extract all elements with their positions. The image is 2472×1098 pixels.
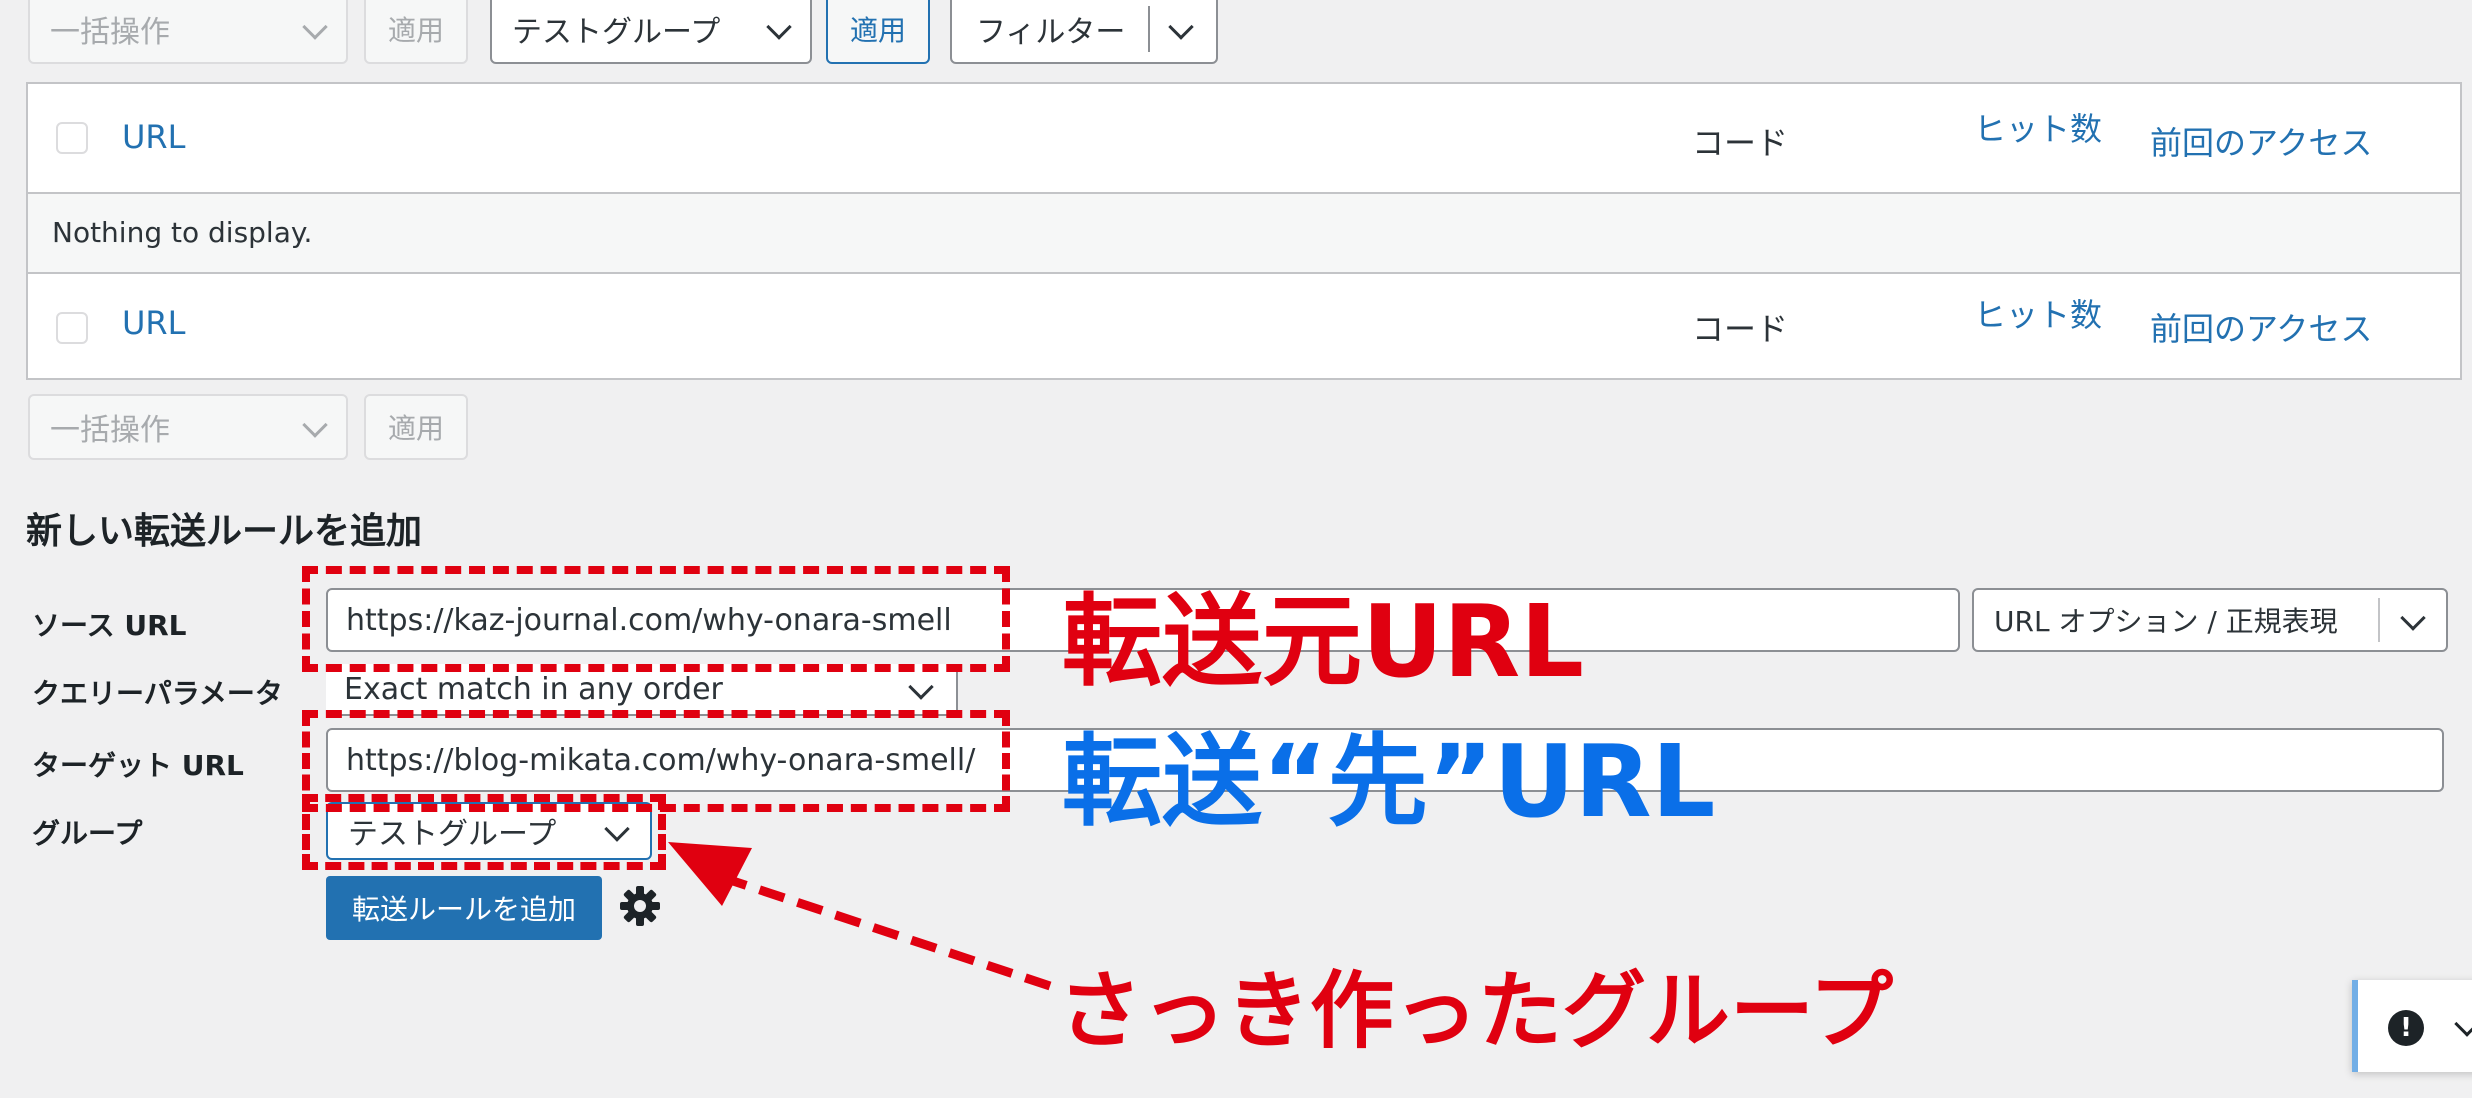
- notice-widget[interactable]: !: [2352, 980, 2472, 1072]
- annotation-arrow: [668, 842, 1052, 991]
- exclamation-icon: !: [2388, 1010, 2424, 1046]
- chevron-down-icon: [2454, 1011, 2472, 1037]
